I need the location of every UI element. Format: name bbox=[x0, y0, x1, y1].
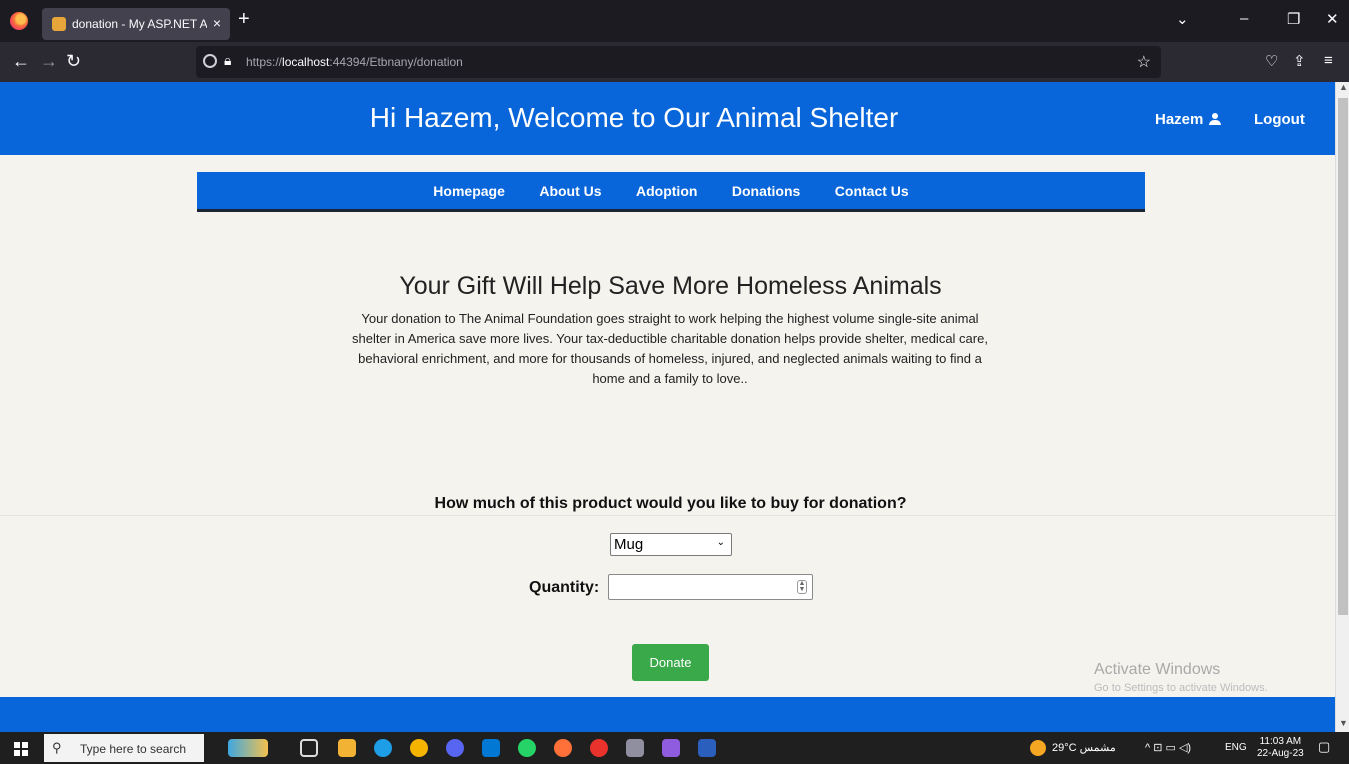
nav-about-us[interactable]: About Us bbox=[539, 183, 601, 199]
lock-icon[interactable]: 🔒︎ bbox=[224, 52, 231, 69]
windows-start-icon[interactable] bbox=[14, 742, 28, 756]
close-window-icon[interactable]: ✕ bbox=[1326, 10, 1339, 28]
forward-icon[interactable]: → bbox=[40, 51, 58, 71]
clock-date: 22-Aug-23 bbox=[1257, 748, 1304, 759]
user-name: Hazem bbox=[1155, 111, 1204, 128]
nav-contact-us[interactable]: Contact Us bbox=[835, 183, 909, 199]
visual-studio-icon[interactable] bbox=[662, 739, 680, 757]
taskbar-clock[interactable]: 11:03 AM 22-Aug-23 bbox=[1257, 736, 1304, 760]
page-heading: Your Gift Will Help Save More Homeless A… bbox=[399, 272, 942, 300]
tab-close-icon[interactable]: × bbox=[213, 15, 221, 31]
taskbar-search[interactable]: ⚲ Type here to search bbox=[44, 734, 204, 762]
tab-title: donation - My ASP.NET Applica bbox=[72, 17, 207, 31]
nav-adoption[interactable]: Adoption bbox=[636, 183, 697, 199]
media-player-icon[interactable] bbox=[590, 739, 608, 757]
page-header: Hi Hazem, Welcome to Our Animal Shelter … bbox=[0, 82, 1335, 155]
discord-icon[interactable] bbox=[446, 739, 464, 757]
search-icon: ⚲ bbox=[52, 740, 62, 755]
url-text[interactable]: https://localhost:44394/Etbnany/donation bbox=[246, 55, 463, 69]
divider bbox=[0, 515, 1335, 516]
nav-donations[interactable]: Donations bbox=[732, 183, 800, 199]
chevron-down-icon: ⌄ bbox=[716, 537, 725, 548]
scroll-up-icon[interactable]: ▲ bbox=[1339, 82, 1348, 92]
scrollbar-thumb[interactable] bbox=[1338, 98, 1348, 615]
scroll-down-icon[interactable]: ▼ bbox=[1339, 718, 1348, 728]
clock-time: 11:03 AM bbox=[1259, 736, 1302, 747]
widgets-icon[interactable] bbox=[228, 739, 268, 757]
task-view-icon[interactable] bbox=[300, 739, 318, 757]
donate-button[interactable]: Donate bbox=[632, 644, 709, 681]
language-indicator[interactable]: ENG bbox=[1225, 742, 1247, 753]
tab-favicon-icon bbox=[52, 17, 66, 31]
pocket-icon[interactable]: ♡ bbox=[1265, 52, 1278, 70]
firefox-icon[interactable] bbox=[10, 12, 28, 30]
quantity-label: Quantity: bbox=[529, 579, 600, 596]
weather-icon[interactable] bbox=[1030, 740, 1046, 756]
main-menu: Homepage About Us Adoption Donations Con… bbox=[197, 172, 1145, 212]
back-icon[interactable]: ← bbox=[12, 51, 30, 71]
user-link[interactable]: Hazem bbox=[1155, 111, 1222, 128]
tray-icons[interactable]: ^ ⊡ ▭ ◁) bbox=[1145, 741, 1191, 754]
restore-icon[interactable]: ❐ bbox=[1287, 10, 1300, 28]
browser-tab-bar: donation - My ASP.NET Applica × + ⌄ – ❐ … bbox=[0, 0, 1349, 42]
whatsapp-icon[interactable] bbox=[518, 739, 536, 757]
chrome-icon[interactable] bbox=[410, 739, 428, 757]
star-icon[interactable]: ☆ bbox=[1137, 52, 1151, 72]
share-icon[interactable]: ⇪ bbox=[1293, 52, 1306, 70]
browser-nav-bar: ← → ↻ 🔒︎ https://localhost:44394/Etbnany… bbox=[0, 42, 1349, 82]
firefox-taskbar-icon[interactable] bbox=[554, 739, 572, 757]
vscode-icon[interactable] bbox=[482, 739, 500, 757]
user-icon bbox=[1209, 113, 1222, 125]
taskbar-search-placeholder: Type here to search bbox=[80, 742, 187, 756]
shield-icon[interactable] bbox=[203, 54, 217, 68]
minimize-icon[interactable]: – bbox=[1240, 10, 1248, 27]
page-viewport: Hi Hazem, Welcome to Our Animal Shelter … bbox=[0, 82, 1349, 732]
address-bar[interactable]: 🔒︎ https://localhost:44394/Etbnany/donat… bbox=[196, 46, 1161, 78]
page-scrollbar[interactable]: ▲ ▼ bbox=[1335, 82, 1349, 732]
browser-tab[interactable]: donation - My ASP.NET Applica × bbox=[42, 8, 230, 40]
product-select-value: Mug bbox=[614, 536, 644, 553]
app-icon[interactable] bbox=[626, 739, 644, 757]
notifications-icon[interactable]: ▢ bbox=[1318, 739, 1330, 755]
activate-windows-subtitle: Go to Settings to activate Windows. bbox=[1094, 682, 1268, 694]
file-explorer-icon[interactable] bbox=[338, 739, 356, 757]
spinner-icon[interactable]: ▲ ▼ bbox=[797, 580, 807, 594]
word-icon[interactable] bbox=[698, 739, 716, 757]
intro-paragraph: Your donation to The Animal Foundation g… bbox=[352, 311, 988, 386]
edge-icon[interactable] bbox=[374, 739, 392, 757]
weather-text[interactable]: 29°C مشمس bbox=[1052, 741, 1116, 754]
page-footer bbox=[0, 697, 1335, 732]
menu-icon[interactable]: ≡ bbox=[1324, 52, 1333, 69]
donation-question: How much of this product would you like … bbox=[434, 495, 907, 512]
activate-windows-title: Activate Windows bbox=[1094, 661, 1221, 678]
nav-homepage[interactable]: Homepage bbox=[433, 183, 505, 199]
windows-taskbar: ⚲ Type here to search 29°C مشمس ^ ⊡ ▭ ◁)… bbox=[0, 732, 1349, 764]
reload-icon[interactable]: ↻ bbox=[66, 51, 81, 71]
quantity-input[interactable]: ▲ ▼ bbox=[608, 574, 813, 600]
new-tab-button[interactable]: + bbox=[238, 9, 250, 29]
welcome-title: Hi Hazem, Welcome to Our Animal Shelter bbox=[369, 102, 899, 133]
logout-link[interactable]: Logout bbox=[1254, 111, 1305, 128]
product-select[interactable]: Mug ⌄ bbox=[610, 533, 732, 556]
tab-list-chevron-icon[interactable]: ⌄ bbox=[1176, 10, 1189, 28]
